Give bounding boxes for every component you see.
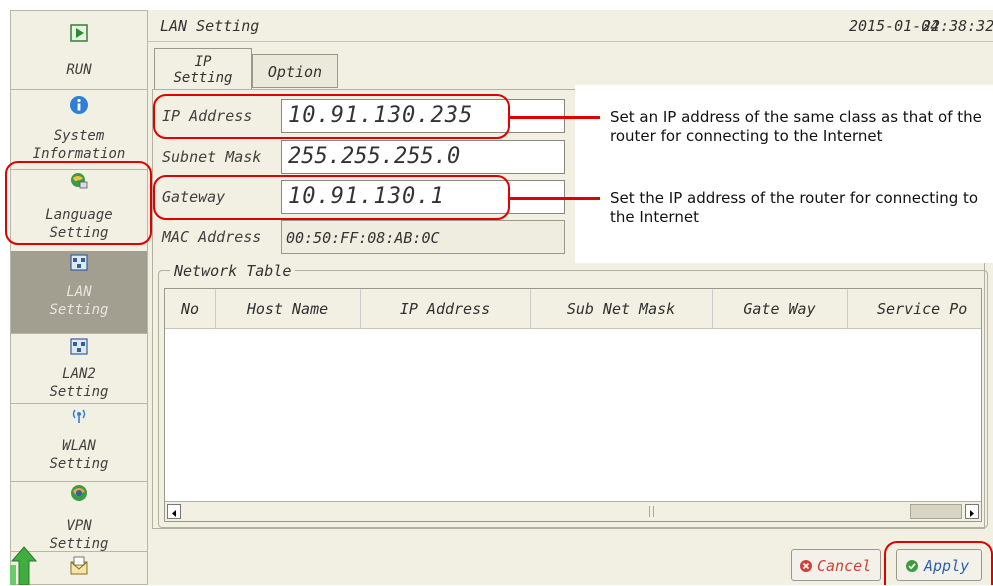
sidebar-item-lan2-setting[interactable]: LAN2 Setting: [11, 333, 147, 404]
sidebar-item-label: System Information: [32, 128, 126, 162]
sidebar-item-system-information[interactable]: System Information: [11, 89, 147, 170]
cancel-icon: [800, 560, 812, 572]
column-header-service-port[interactable]: Service Po: [847, 289, 981, 329]
network-table-legend: Network Table: [170, 262, 296, 280]
scroll-right-button[interactable]: [965, 504, 979, 519]
sidebar-item-wlan-setting[interactable]: WLAN Setting: [11, 403, 147, 482]
highlight-ip-address: [153, 94, 510, 139]
sidebar-item-label: LAN Setting: [49, 284, 109, 318]
column-header-ip-address[interactable]: IP Address: [360, 289, 531, 329]
annotation-ip-address: Set an IP address of the same class as t…: [610, 108, 982, 145]
arrow-left-icon: [172, 510, 176, 517]
sidebar-item-label: RUN: [66, 62, 92, 78]
mac-address-field: 00:50:FF:08:AB:0C: [281, 220, 565, 254]
horizontal-scrollbar[interactable]: [165, 501, 981, 521]
column-header-host-name[interactable]: Host Name: [215, 289, 361, 329]
network-icon: [70, 338, 88, 355]
time-display: 22:38:32: [922, 17, 993, 35]
sidebar-item-lan-setting[interactable]: LAN Setting: [11, 251, 147, 334]
tab-ip-setting[interactable]: IP Setting: [154, 48, 252, 90]
subnet-mask-field[interactable]: 255.255.255.0: [281, 140, 565, 174]
subnet-mask-label: Subnet Mask: [162, 148, 262, 166]
play-icon: [70, 24, 88, 42]
tab-option[interactable]: Option: [252, 54, 338, 88]
connector-line-ip: [510, 116, 600, 119]
network-icon: [70, 254, 88, 271]
column-header-no[interactable]: No: [165, 289, 216, 329]
connector-line-gateway: [510, 197, 600, 200]
table-header: No Host Name IP Address Sub Net Mask Gat…: [165, 289, 981, 329]
scroll-left-button[interactable]: [167, 504, 181, 519]
title-bar: LAN Setting 2015-01-04 22:38:32: [148, 10, 993, 42]
annotation-gateway: Set the IP address of the router for con…: [610, 189, 979, 226]
sidebar-item-vpn-setting[interactable]: VPN Setting: [11, 481, 147, 552]
vpn-icon: [71, 485, 87, 501]
highlight-language-setting: [5, 161, 152, 245]
page-title: LAN Setting: [160, 17, 260, 35]
sidebar-item-run[interactable]: RUN: [11, 11, 147, 90]
info-icon: [70, 96, 88, 114]
tab-label: IP Setting: [173, 54, 233, 86]
wireless-icon: [72, 409, 86, 423]
subnet-mask-value: 255.255.255.0: [288, 144, 461, 169]
mac-address-value: 00:50:FF:08:AB:0C: [286, 229, 440, 247]
column-header-gateway[interactable]: Gate Way: [712, 289, 848, 329]
sidebar: RUN System Information Language Setting …: [10, 10, 148, 585]
cancel-button[interactable]: Cancel: [791, 549, 881, 581]
arrow-right-icon: [970, 510, 974, 517]
scrollbar-thumb[interactable]: [910, 504, 962, 519]
mac-address-label: MAC Address: [162, 228, 262, 246]
sidebar-item-label: LAN2 Setting: [49, 366, 109, 400]
highlight-apply-button: [884, 541, 993, 585]
network-table[interactable]: No Host Name IP Address Sub Net Mask Gat…: [164, 288, 982, 522]
column-header-subnet-mask[interactable]: Sub Net Mask: [530, 289, 713, 329]
highlight-gateway: [153, 175, 510, 220]
scroll-up-arrow-icon[interactable]: [10, 545, 40, 585]
mail-icon: [70, 556, 88, 575]
sidebar-item-label: WLAN Setting: [49, 438, 109, 472]
scrollbar-grip: [649, 506, 654, 517]
tab-label: Option: [267, 63, 323, 81]
cancel-label: Cancel: [817, 557, 872, 575]
